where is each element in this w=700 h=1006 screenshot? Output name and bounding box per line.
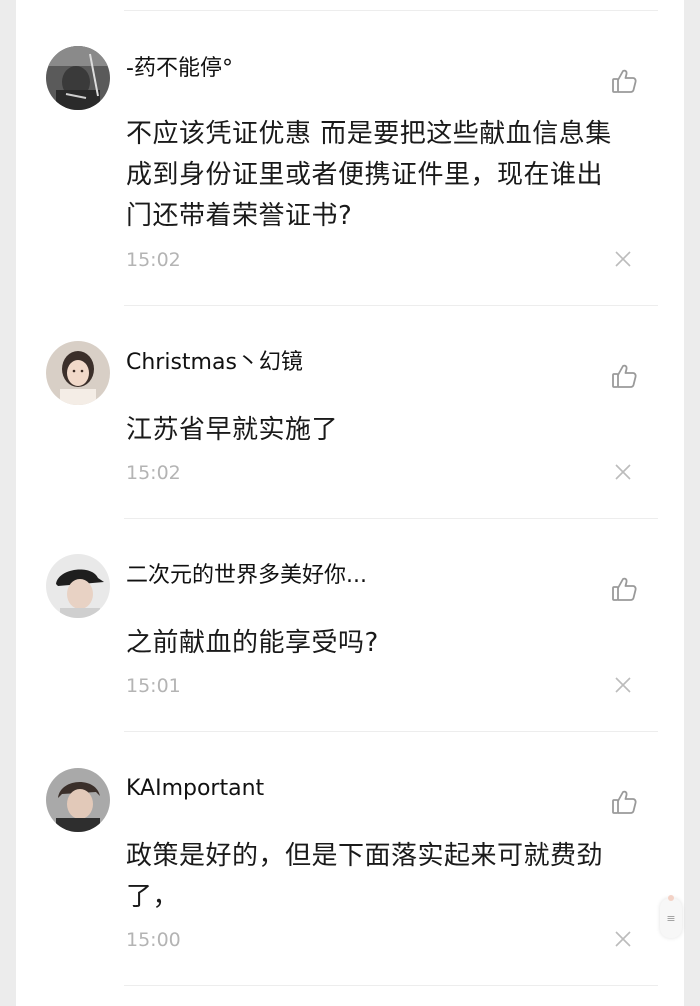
comment-username[interactable]: Christmas丶幻镜 [126,348,303,378]
comment-username[interactable]: KAImportant [126,774,264,804]
comment-time: 15:02 [126,462,181,484]
like-icon[interactable] [610,788,638,816]
top-divider [124,10,658,11]
comment-body: 之前献血的能享受吗? [126,628,379,658]
user-avatar[interactable] [46,341,110,405]
comment-time: 15:02 [126,249,181,271]
comment-divider [124,985,658,986]
comment-body: 不应该凭证优惠 而是要把这些献血信息集成到身份证里或者便携证件里，现在谁出门还带… [126,119,612,231]
floating-menu-handle[interactable]: ≡ [660,895,682,938]
comment-body: 政策是好的，但是下面落实起来可就费劲了， [126,841,604,912]
close-icon[interactable] [614,250,632,268]
comment-time: 15:00 [126,929,181,951]
close-icon[interactable] [614,676,632,694]
like-icon[interactable] [610,67,638,95]
like-icon[interactable] [610,362,638,390]
close-icon[interactable] [614,930,632,948]
comment-body: 江苏省早就实施了 [126,415,339,445]
user-avatar[interactable] [46,46,110,110]
comment-time: 15:01 [126,675,181,697]
close-icon[interactable] [614,463,632,481]
user-avatar[interactable] [46,768,110,832]
menu-handle-icon: ≡ [666,911,676,925]
notification-dot [668,895,674,901]
comment-divider [124,518,658,519]
comment-divider [124,305,658,306]
comment-divider [124,731,658,732]
like-icon[interactable] [610,575,638,603]
comment-list-page: -药不能停° 不应该凭证优惠 而是要把这些献血信息集成到身份证里或者便携证件里，… [16,0,684,1006]
comment-username[interactable]: 二次元的世界多美好你... [126,561,367,591]
comment-username[interactable]: -药不能停° [126,54,233,84]
user-avatar[interactable] [46,554,110,618]
